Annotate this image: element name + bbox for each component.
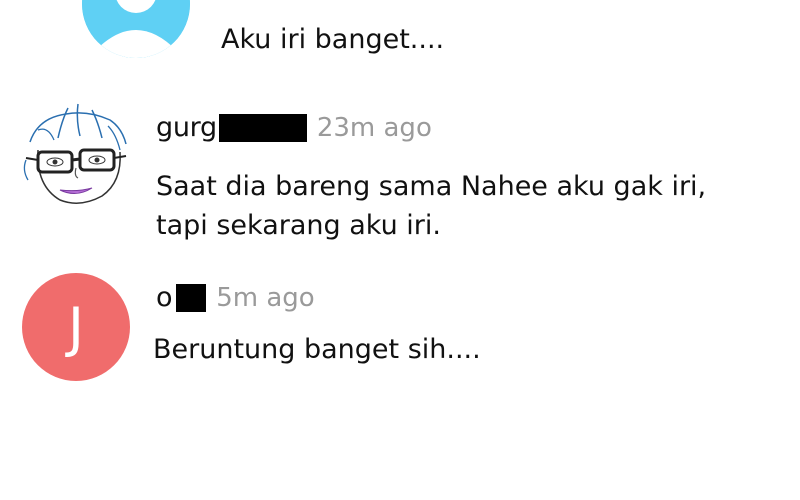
comment-text: Aku iri banget.... bbox=[221, 24, 445, 55]
username[interactable]: o bbox=[156, 282, 173, 313]
avatar[interactable] bbox=[18, 100, 132, 214]
avatar-initial: J bbox=[68, 295, 84, 359]
avatar[interactable]: J bbox=[22, 273, 130, 381]
timestamp: 23m ago bbox=[316, 112, 432, 143]
comment-meta: gurg 23m ago bbox=[156, 112, 432, 143]
comment-meta: o 5m ago bbox=[156, 282, 315, 313]
comment-text: Beruntung banget sih.... bbox=[153, 334, 481, 365]
avatar[interactable] bbox=[82, 0, 190, 58]
default-user-icon bbox=[82, 0, 190, 58]
cartoon-face-with-glasses-icon bbox=[23, 103, 127, 204]
redaction-bar bbox=[218, 113, 307, 142]
username[interactable]: gurg bbox=[156, 112, 217, 143]
comment-item: J o 5m ago Beruntung banget sih.... bbox=[0, 270, 800, 400]
comment-item: gurg 23m ago Saat dia bareng sama Nahee … bbox=[0, 95, 800, 265]
comment-text: Saat dia bareng sama Nahee aku gak iri, … bbox=[156, 167, 706, 245]
redaction-bar bbox=[176, 283, 207, 312]
comment-item: Aku iri banget.... bbox=[0, 0, 800, 90]
comment-text-line: Saat dia bareng sama Nahee aku gak iri, bbox=[156, 171, 707, 202]
comment-text-line: tapi sekarang aku iri. bbox=[156, 210, 441, 241]
timestamp: 5m ago bbox=[216, 282, 315, 313]
